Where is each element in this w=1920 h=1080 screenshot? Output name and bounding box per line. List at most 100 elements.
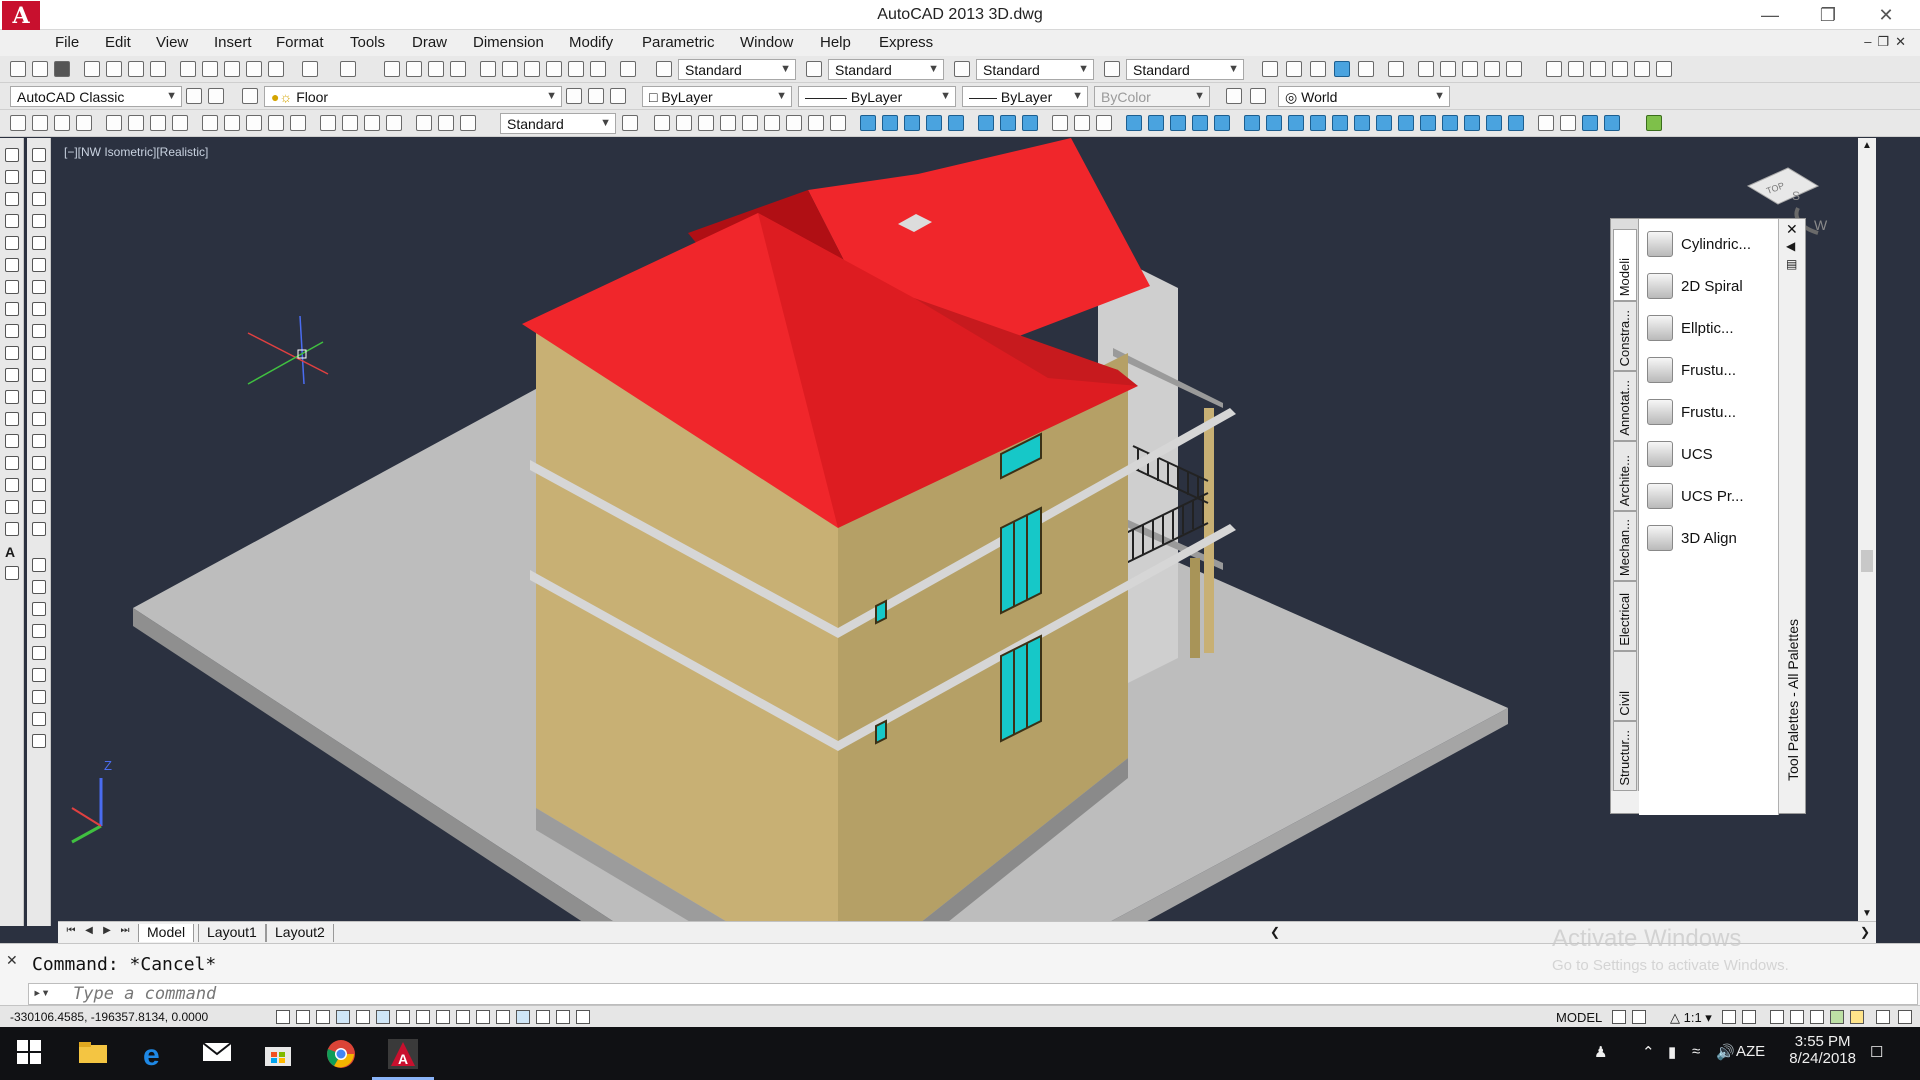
layout-4-icon[interactable] bbox=[1484, 61, 1500, 77]
array-icon[interactable] bbox=[32, 236, 46, 250]
pyramid-icon[interactable] bbox=[786, 115, 802, 131]
interfere-icon[interactable] bbox=[1192, 115, 1208, 131]
tab-layout1[interactable]: Layout1 bbox=[198, 924, 266, 942]
gradient-icon[interactable] bbox=[5, 478, 19, 492]
annotation-monitor-icon[interactable] bbox=[556, 1010, 570, 1024]
viewport-5-icon[interactable] bbox=[1634, 61, 1650, 77]
3d-object-snap-icon[interactable] bbox=[396, 1010, 410, 1024]
tab-constraints[interactable]: Constra... bbox=[1613, 301, 1637, 371]
insert-block-icon[interactable] bbox=[5, 390, 19, 404]
menu-modify[interactable]: Modify bbox=[569, 34, 613, 51]
dim-update-icon[interactable] bbox=[460, 115, 476, 131]
new-icon[interactable] bbox=[10, 61, 26, 77]
table-style-icon[interactable] bbox=[954, 61, 970, 77]
construction-line-icon[interactable] bbox=[5, 170, 19, 184]
visual-styles-manager-icon[interactable] bbox=[1388, 61, 1404, 77]
undo-icon[interactable] bbox=[302, 61, 318, 77]
viewport-3-icon[interactable] bbox=[1590, 61, 1606, 77]
fillet-icon[interactable] bbox=[32, 478, 46, 492]
menu-parametric[interactable]: Parametric bbox=[642, 34, 715, 51]
text-style-icon[interactable] bbox=[656, 61, 672, 77]
sphere-icon[interactable] bbox=[720, 115, 736, 131]
tab-architectural[interactable]: Archite... bbox=[1613, 441, 1637, 511]
torus-icon[interactable] bbox=[764, 115, 780, 131]
ucs-select[interactable]: ◎ World ▼ bbox=[1278, 86, 1450, 107]
layout-icon[interactable] bbox=[1418, 61, 1434, 77]
edge-browser-icon[interactable]: e bbox=[140, 1039, 170, 1072]
pan-icon[interactable] bbox=[384, 61, 400, 77]
menu-tools[interactable]: Tools bbox=[350, 34, 385, 51]
menu-file[interactable]: File bbox=[55, 34, 79, 51]
dim-text-edit-icon[interactable] bbox=[438, 115, 454, 131]
viewport-vertical-scrollbar[interactable]: ▲ ▼ bbox=[1858, 138, 1876, 921]
ucs-icon[interactable] bbox=[1226, 88, 1242, 104]
trim-icon[interactable] bbox=[32, 346, 46, 360]
zoom-realtime-icon[interactable] bbox=[406, 61, 422, 77]
materials-icon[interactable] bbox=[1358, 61, 1374, 77]
3d-print-icon[interactable] bbox=[150, 61, 166, 77]
angular-dim-icon[interactable] bbox=[172, 115, 188, 131]
table-icon[interactable] bbox=[5, 522, 19, 536]
next-layout-icon[interactable]: ▶ bbox=[100, 925, 114, 939]
markup-icon[interactable] bbox=[568, 61, 584, 77]
ellipse-arc-icon[interactable] bbox=[5, 368, 19, 382]
quick-view-drawings-icon[interactable] bbox=[1632, 1010, 1646, 1024]
tab-civil[interactable]: Civil bbox=[1613, 651, 1637, 721]
fillet-edge-icon[interactable] bbox=[1538, 115, 1554, 131]
3d-array-icon[interactable] bbox=[1126, 115, 1142, 131]
arc-icon[interactable] bbox=[5, 258, 19, 272]
aligned-dim-icon[interactable] bbox=[32, 115, 48, 131]
view-cube-tool-icon[interactable] bbox=[1262, 61, 1278, 77]
ellipse-icon[interactable] bbox=[5, 346, 19, 360]
circle-icon[interactable] bbox=[5, 280, 19, 294]
ortho-mode-icon[interactable] bbox=[336, 1010, 350, 1024]
linetype-select[interactable]: ——— ByLayer ▼ bbox=[798, 86, 956, 107]
tool-ucs[interactable]: UCS bbox=[1647, 437, 1775, 471]
taskbar-clock[interactable]: 3:55 PM 8/24/2018 bbox=[1789, 1033, 1856, 1067]
continue-dim-icon[interactable] bbox=[246, 115, 262, 131]
jogged-dim-icon[interactable] bbox=[128, 115, 144, 131]
lightbulb-icon[interactable] bbox=[1850, 1010, 1864, 1024]
move-icon[interactable] bbox=[32, 258, 46, 272]
tab-model[interactable]: Model bbox=[138, 924, 195, 942]
dynamic-input-icon[interactable] bbox=[456, 1010, 470, 1024]
scale-icon[interactable] bbox=[32, 302, 46, 316]
mirror-icon[interactable] bbox=[32, 192, 46, 206]
zoom-window-icon[interactable] bbox=[428, 61, 444, 77]
polyline-icon[interactable] bbox=[5, 192, 19, 206]
object-snap-icon[interactable] bbox=[376, 1010, 390, 1024]
grid-display-icon[interactable] bbox=[316, 1010, 330, 1024]
infer-constraints-icon[interactable] bbox=[276, 1010, 290, 1024]
quick-view-layouts-icon[interactable] bbox=[1612, 1010, 1626, 1024]
region-icon[interactable] bbox=[5, 500, 19, 514]
tray-expand-icon[interactable]: ⌃ bbox=[1642, 1043, 1655, 1061]
break-icon[interactable] bbox=[32, 412, 46, 426]
3d-move-icon[interactable] bbox=[1052, 115, 1068, 131]
dim-style-manager-icon[interactable] bbox=[622, 115, 638, 131]
palette-title-bar[interactable]: ✕ ◀ ▤ Tool Palettes - All Palettes bbox=[1780, 219, 1806, 815]
visual-style-icon[interactable] bbox=[1286, 61, 1302, 77]
hardware-acceleration-icon[interactable] bbox=[1810, 1010, 1824, 1024]
lock-ui-icon[interactable] bbox=[1790, 1010, 1804, 1024]
zoom-out-icon[interactable] bbox=[32, 690, 46, 704]
document-window-controls[interactable]: –❐✕ bbox=[1864, 34, 1912, 50]
dynamic-ucs-icon[interactable] bbox=[576, 1010, 590, 1024]
object-snap-tracking-icon[interactable] bbox=[416, 1010, 430, 1024]
tool-ucs-previous[interactable]: UCS Pr... bbox=[1647, 479, 1775, 513]
tool-cylindrical-helix[interactable]: Cylindric... bbox=[1647, 227, 1775, 261]
command-prompt-icon[interactable]: ▸▾ bbox=[33, 985, 50, 1001]
linear-dim-icon[interactable] bbox=[10, 115, 26, 131]
intersect-icon[interactable] bbox=[1022, 115, 1038, 131]
thicken-icon[interactable] bbox=[1170, 115, 1186, 131]
status-menu-icon[interactable] bbox=[1898, 1010, 1912, 1024]
dim-style-select[interactable]: Standard ▼ bbox=[828, 59, 944, 80]
menu-view[interactable]: View bbox=[156, 34, 188, 51]
tool-palettes-icon[interactable] bbox=[524, 61, 540, 77]
3d-align-icon[interactable] bbox=[1096, 115, 1112, 131]
diameter-dim-icon[interactable] bbox=[150, 115, 166, 131]
cone-icon[interactable] bbox=[698, 115, 714, 131]
zoom-scale-icon[interactable] bbox=[32, 602, 46, 616]
break-at-point-icon[interactable] bbox=[32, 390, 46, 404]
first-layout-icon[interactable]: ⏮ bbox=[64, 925, 78, 939]
close-icon[interactable]: ✕ bbox=[1786, 221, 1798, 238]
